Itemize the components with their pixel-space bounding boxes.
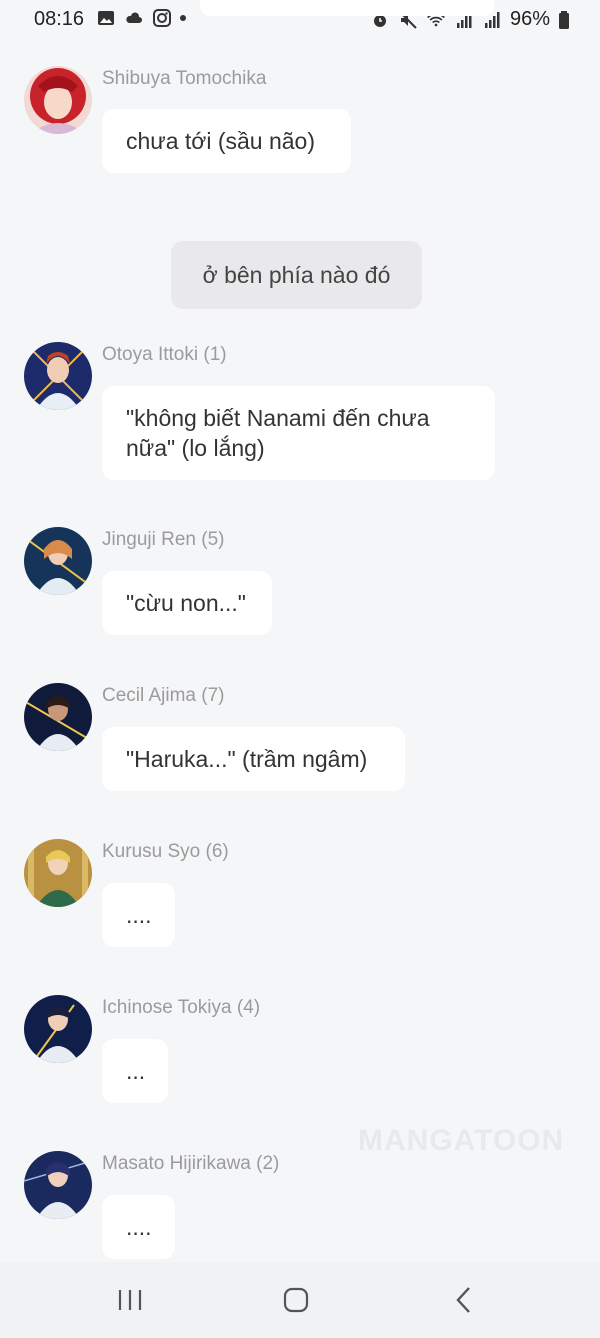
sender-name: Otoya Ittoki (1) — [102, 344, 227, 365]
avatar[interactable] — [24, 683, 92, 751]
message-text: chưa tới (sầu não) — [126, 128, 316, 154]
message-text: "Haruka..." (trầm ngâm) — [126, 746, 368, 772]
top-notification-pill — [200, 0, 494, 16]
instagram-icon — [153, 9, 171, 27]
sender-name: Masato Hijirikawa (2) — [102, 1153, 280, 1174]
sender-name: Ichinose Tokiya (4) — [102, 997, 261, 1018]
sender-name: Kurusu Syo (6) — [102, 841, 229, 862]
avatar[interactable] — [24, 839, 92, 907]
narration-text: ở bên phía nào đó — [202, 261, 391, 288]
narration-bubble: ở bên phía nào đó — [171, 241, 422, 309]
message-text: "cừu non..." — [126, 590, 246, 616]
message-text: ... — [126, 1058, 146, 1084]
message-text-line: "không biết Nanami đến chưa — [126, 405, 430, 431]
battery-percent: 96% — [509, 8, 550, 30]
message-bubble[interactable]: chưa tới (sầu não) — [102, 109, 351, 173]
back-icon[interactable] — [444, 1282, 484, 1318]
status-time: 08:16 — [34, 8, 85, 30]
message-text-line: nữa" (lo lắng) — [126, 435, 265, 461]
message-bubble[interactable]: .... — [102, 1195, 175, 1259]
cloud-icon — [126, 12, 142, 23]
avatar[interactable] — [24, 527, 92, 595]
avatar[interactable] — [24, 342, 92, 410]
watermark: MANGATOON — [358, 1124, 565, 1157]
avatar[interactable] — [24, 66, 92, 134]
avatar[interactable] — [24, 1151, 92, 1219]
navigation-bar — [0, 1262, 600, 1338]
message-bubble[interactable]: "Haruka..." (trầm ngâm) — [102, 727, 405, 791]
message-bubble[interactable]: "cừu non..." — [102, 571, 272, 635]
sender-name: Cecil Ajima (7) — [102, 685, 225, 706]
message-bubble[interactable]: "không biết Nanami đến chưa nữa" (lo lắn… — [102, 386, 495, 480]
message-bubble[interactable]: .... — [102, 883, 175, 947]
notification-dot-icon — [180, 15, 186, 21]
sender-name: Shibuya Tomochika — [102, 68, 267, 89]
message-text: .... — [126, 902, 152, 928]
recent-apps-icon[interactable] — [110, 1282, 150, 1318]
home-icon[interactable] — [276, 1282, 316, 1318]
image-icon — [98, 11, 114, 25]
battery-icon — [559, 10, 569, 29]
avatar[interactable] — [24, 995, 92, 1063]
message-bubble[interactable]: ... — [102, 1039, 168, 1103]
sender-name: Jinguji Ren (5) — [102, 529, 225, 550]
message-text: .... — [126, 1214, 152, 1240]
